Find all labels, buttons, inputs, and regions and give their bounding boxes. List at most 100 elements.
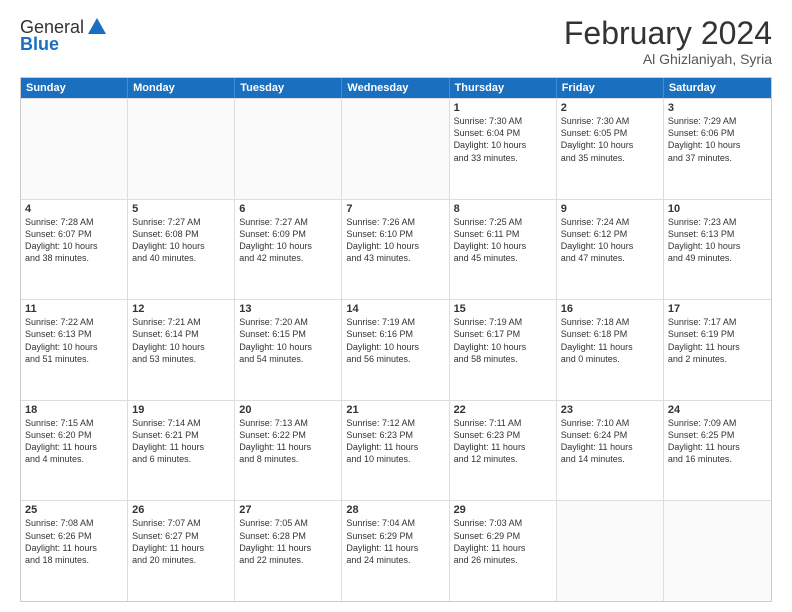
cal-cell-1-7: 3Sunrise: 7:29 AM Sunset: 6:06 PM Daylig… [664,99,771,199]
day-details: Sunrise: 7:23 AM Sunset: 6:13 PM Dayligh… [668,216,767,265]
page: General Blue February 2024 Al Ghizlaniya… [0,0,792,612]
logo: General Blue [20,16,108,55]
day-number: 25 [25,504,123,516]
day-details: Sunrise: 7:03 AM Sunset: 6:29 PM Dayligh… [454,517,552,566]
day-number: 14 [346,303,444,315]
day-number: 23 [561,404,659,416]
day-details: Sunrise: 7:26 AM Sunset: 6:10 PM Dayligh… [346,216,444,265]
header-thursday: Thursday [450,78,557,98]
day-number: 29 [454,504,552,516]
header: General Blue February 2024 Al Ghizlaniya… [20,16,772,67]
day-details: Sunrise: 7:30 AM Sunset: 6:05 PM Dayligh… [561,115,659,164]
day-details: Sunrise: 7:11 AM Sunset: 6:23 PM Dayligh… [454,417,552,466]
day-number: 16 [561,303,659,315]
cal-cell-3-7: 17Sunrise: 7:17 AM Sunset: 6:19 PM Dayli… [664,300,771,400]
day-number: 11 [25,303,123,315]
cal-cell-4-5: 22Sunrise: 7:11 AM Sunset: 6:23 PM Dayli… [450,401,557,501]
day-details: Sunrise: 7:15 AM Sunset: 6:20 PM Dayligh… [25,417,123,466]
cal-cell-2-2: 5Sunrise: 7:27 AM Sunset: 6:08 PM Daylig… [128,200,235,300]
header-sunday: Sunday [21,78,128,98]
logo-icon [86,16,108,38]
day-number: 18 [25,404,123,416]
cal-cell-1-4 [342,99,449,199]
cal-cell-3-5: 15Sunrise: 7:19 AM Sunset: 6:17 PM Dayli… [450,300,557,400]
day-number: 1 [454,102,552,114]
location: Al Ghizlaniyah, Syria [564,51,772,67]
day-number: 2 [561,102,659,114]
day-number: 21 [346,404,444,416]
day-details: Sunrise: 7:22 AM Sunset: 6:13 PM Dayligh… [25,316,123,365]
day-details: Sunrise: 7:10 AM Sunset: 6:24 PM Dayligh… [561,417,659,466]
day-details: Sunrise: 7:28 AM Sunset: 6:07 PM Dayligh… [25,216,123,265]
day-details: Sunrise: 7:29 AM Sunset: 6:06 PM Dayligh… [668,115,767,164]
day-number: 19 [132,404,230,416]
header-monday: Monday [128,78,235,98]
cal-cell-1-3 [235,99,342,199]
cal-cell-4-3: 20Sunrise: 7:13 AM Sunset: 6:22 PM Dayli… [235,401,342,501]
day-details: Sunrise: 7:09 AM Sunset: 6:25 PM Dayligh… [668,417,767,466]
cal-cell-4-7: 24Sunrise: 7:09 AM Sunset: 6:25 PM Dayli… [664,401,771,501]
day-details: Sunrise: 7:19 AM Sunset: 6:16 PM Dayligh… [346,316,444,365]
day-number: 5 [132,203,230,215]
day-details: Sunrise: 7:04 AM Sunset: 6:29 PM Dayligh… [346,517,444,566]
day-number: 13 [239,303,337,315]
week-row-4: 18Sunrise: 7:15 AM Sunset: 6:20 PM Dayli… [21,400,771,501]
header-friday: Friday [557,78,664,98]
cal-cell-2-4: 7Sunrise: 7:26 AM Sunset: 6:10 PM Daylig… [342,200,449,300]
week-row-2: 4Sunrise: 7:28 AM Sunset: 6:07 PM Daylig… [21,199,771,300]
day-details: Sunrise: 7:12 AM Sunset: 6:23 PM Dayligh… [346,417,444,466]
cal-cell-5-2: 26Sunrise: 7:07 AM Sunset: 6:27 PM Dayli… [128,501,235,601]
month-title: February 2024 [564,16,772,51]
day-number: 17 [668,303,767,315]
cal-cell-3-1: 11Sunrise: 7:22 AM Sunset: 6:13 PM Dayli… [21,300,128,400]
cal-cell-5-7 [664,501,771,601]
day-number: 7 [346,203,444,215]
logo-blue: Blue [20,34,59,54]
day-number: 3 [668,102,767,114]
day-number: 24 [668,404,767,416]
calendar-header: Sunday Monday Tuesday Wednesday Thursday… [21,78,771,98]
header-saturday: Saturday [664,78,771,98]
day-details: Sunrise: 7:27 AM Sunset: 6:08 PM Dayligh… [132,216,230,265]
cal-cell-1-6: 2Sunrise: 7:30 AM Sunset: 6:05 PM Daylig… [557,99,664,199]
day-number: 4 [25,203,123,215]
day-number: 15 [454,303,552,315]
calendar-body: 1Sunrise: 7:30 AM Sunset: 6:04 PM Daylig… [21,98,771,601]
cal-cell-4-4: 21Sunrise: 7:12 AM Sunset: 6:23 PM Dayli… [342,401,449,501]
cal-cell-4-6: 23Sunrise: 7:10 AM Sunset: 6:24 PM Dayli… [557,401,664,501]
title-block: February 2024 Al Ghizlaniyah, Syria [564,16,772,67]
day-details: Sunrise: 7:17 AM Sunset: 6:19 PM Dayligh… [668,316,767,365]
calendar: Sunday Monday Tuesday Wednesday Thursday… [20,77,772,602]
cal-cell-2-1: 4Sunrise: 7:28 AM Sunset: 6:07 PM Daylig… [21,200,128,300]
cal-cell-4-2: 19Sunrise: 7:14 AM Sunset: 6:21 PM Dayli… [128,401,235,501]
day-details: Sunrise: 7:08 AM Sunset: 6:26 PM Dayligh… [25,517,123,566]
cal-cell-2-6: 9Sunrise: 7:24 AM Sunset: 6:12 PM Daylig… [557,200,664,300]
day-number: 27 [239,504,337,516]
cal-cell-3-2: 12Sunrise: 7:21 AM Sunset: 6:14 PM Dayli… [128,300,235,400]
day-number: 20 [239,404,337,416]
cal-cell-1-1 [21,99,128,199]
cal-cell-3-3: 13Sunrise: 7:20 AM Sunset: 6:15 PM Dayli… [235,300,342,400]
cal-cell-2-5: 8Sunrise: 7:25 AM Sunset: 6:11 PM Daylig… [450,200,557,300]
cal-cell-1-5: 1Sunrise: 7:30 AM Sunset: 6:04 PM Daylig… [450,99,557,199]
header-tuesday: Tuesday [235,78,342,98]
cal-cell-5-3: 27Sunrise: 7:05 AM Sunset: 6:28 PM Dayli… [235,501,342,601]
day-number: 8 [454,203,552,215]
cal-cell-5-6 [557,501,664,601]
header-wednesday: Wednesday [342,78,449,98]
day-number: 6 [239,203,337,215]
day-details: Sunrise: 7:19 AM Sunset: 6:17 PM Dayligh… [454,316,552,365]
cal-cell-4-1: 18Sunrise: 7:15 AM Sunset: 6:20 PM Dayli… [21,401,128,501]
cal-cell-3-4: 14Sunrise: 7:19 AM Sunset: 6:16 PM Dayli… [342,300,449,400]
day-details: Sunrise: 7:13 AM Sunset: 6:22 PM Dayligh… [239,417,337,466]
cal-cell-5-5: 29Sunrise: 7:03 AM Sunset: 6:29 PM Dayli… [450,501,557,601]
day-details: Sunrise: 7:07 AM Sunset: 6:27 PM Dayligh… [132,517,230,566]
day-details: Sunrise: 7:18 AM Sunset: 6:18 PM Dayligh… [561,316,659,365]
day-details: Sunrise: 7:21 AM Sunset: 6:14 PM Dayligh… [132,316,230,365]
day-number: 26 [132,504,230,516]
day-details: Sunrise: 7:14 AM Sunset: 6:21 PM Dayligh… [132,417,230,466]
day-details: Sunrise: 7:30 AM Sunset: 6:04 PM Dayligh… [454,115,552,164]
cal-cell-2-7: 10Sunrise: 7:23 AM Sunset: 6:13 PM Dayli… [664,200,771,300]
cal-cell-2-3: 6Sunrise: 7:27 AM Sunset: 6:09 PM Daylig… [235,200,342,300]
day-details: Sunrise: 7:20 AM Sunset: 6:15 PM Dayligh… [239,316,337,365]
